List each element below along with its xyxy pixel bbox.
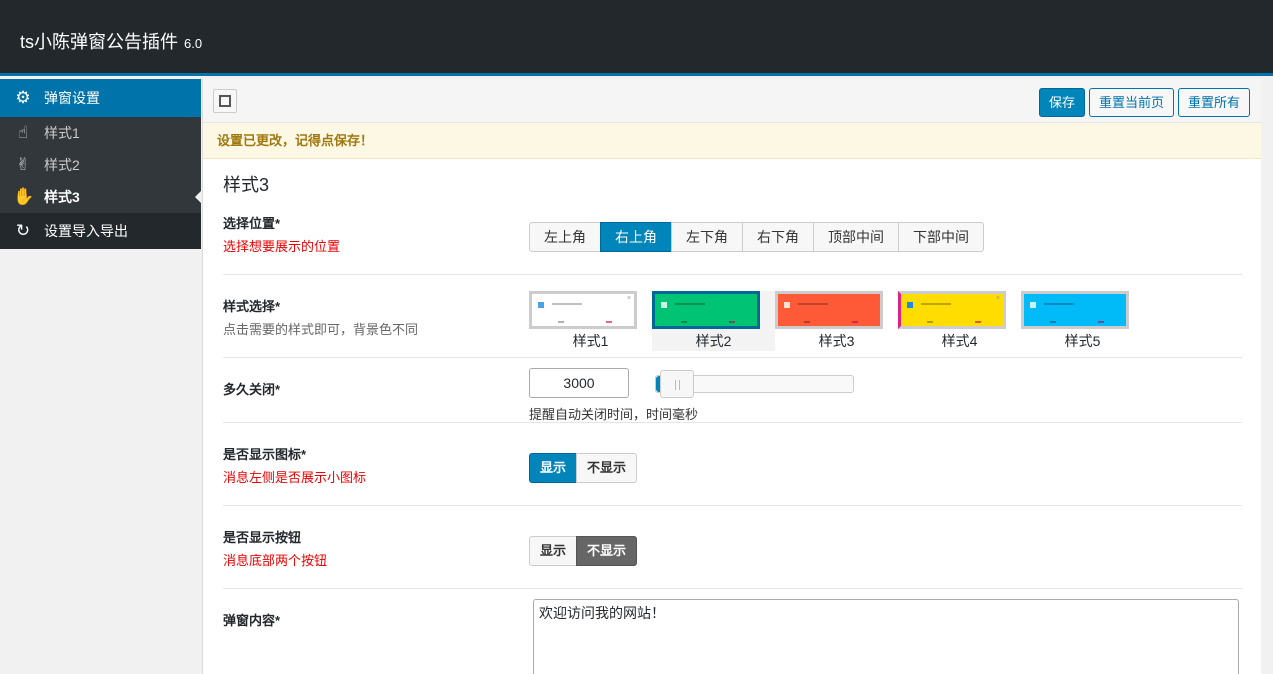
style-row: 样式选择* 点击需要的样式即可，背景色不同 × 样式1 样式2 样式3 × 样式… xyxy=(223,275,1242,358)
close-delay-hint: 提醒自动关闭时间，时间毫秒 xyxy=(529,407,699,422)
sidebar-section-popup-settings[interactable]: ⚙ 弹窗设置 xyxy=(0,79,201,117)
show-icon-label: 是否显示图标* xyxy=(223,447,307,462)
show-icon-row: 是否显示图标* 消息左侧是否展示小图标 显示 不显示 xyxy=(223,423,1242,506)
version-label: 6.0 xyxy=(184,36,203,51)
app-title: ts小陈弹窗公告插件 6.0 xyxy=(20,28,202,54)
hand-pointer-icon: ☝ xyxy=(17,123,29,142)
style-thumb-3[interactable]: 样式3 xyxy=(775,291,898,351)
style-preview-image xyxy=(1021,291,1129,329)
style-thumb-4[interactable]: × 样式4 xyxy=(898,291,1021,351)
sidebar-item-style2[interactable]: ✌ 样式2 xyxy=(0,149,201,181)
style-thumb-2[interactable]: 样式2 xyxy=(652,291,775,351)
show-buttons-option-hide[interactable]: 不显示 xyxy=(576,536,638,566)
show-icon-toggle: 显示 不显示 xyxy=(529,453,638,483)
toolbar: 保存 重置当前页 重置所有 xyxy=(203,79,1261,123)
style-label: 样式选择* xyxy=(223,299,281,314)
sidebar-item-import-export[interactable]: ↻ 设置导入导出 xyxy=(0,213,201,249)
app-title-text: ts小陈弹窗公告插件 xyxy=(20,32,179,52)
expand-toggle-button[interactable] xyxy=(213,89,237,113)
content-textarea[interactable]: 欢迎访问我的网站！ xyxy=(533,599,1239,674)
save-button[interactable]: 保存 xyxy=(1039,88,1086,117)
show-icon-option-hide[interactable]: 不显示 xyxy=(576,453,638,483)
style-preview-image xyxy=(775,291,883,329)
show-buttons-option-show[interactable]: 显示 xyxy=(529,536,578,566)
style-thumbnails: × 样式1 样式2 样式3 × 样式4 样式5 xyxy=(529,291,1144,351)
style-thumb-label: 样式5 xyxy=(1064,333,1101,349)
position-option-bottom-left[interactable]: 左下角 xyxy=(671,222,743,252)
style-thumb-label: 样式4 xyxy=(941,333,978,349)
style-preview-image xyxy=(652,291,760,329)
style-preview-image: × xyxy=(529,291,637,329)
close-delay-slider[interactable] xyxy=(655,370,854,398)
expand-icon xyxy=(219,95,231,107)
show-buttons-desc: 消息底部两个按钮 xyxy=(223,553,328,568)
sidebar-section-label: 弹窗设置 xyxy=(44,90,100,106)
content-label: 弹窗内容* xyxy=(223,613,281,628)
style-thumb-label: 样式2 xyxy=(695,333,732,349)
sidebar-item-label: 样式1 xyxy=(44,125,80,141)
style-preview-image: × xyxy=(898,291,1006,329)
position-row: 选择位置* 选择想要展示的位置 左上角 右上角 左下角 右下角 顶部中间 下部中… xyxy=(223,205,1242,275)
reset-all-button[interactable]: 重置所有 xyxy=(1178,88,1251,117)
sidebar: ⚙ 弹窗设置 ☝ 样式1 ✌ 样式2 ✋ 样式3 ↻ 设置导入导出 xyxy=(0,79,201,674)
position-button-group: 左上角 右上角 左下角 右下角 顶部中间 下部中间 xyxy=(529,222,984,252)
sidebar-item-style1[interactable]: ☝ 样式1 xyxy=(0,117,201,149)
close-delay-input[interactable]: 3000 xyxy=(529,368,629,398)
position-option-top-center[interactable]: 顶部中间 xyxy=(813,222,899,252)
unsaved-notice: 设置已更改，记得点保存！ xyxy=(203,123,1261,159)
show-buttons-row: 是否显示按钮 消息底部两个按钮 显示 不显示 xyxy=(223,506,1242,589)
show-icon-desc: 消息左侧是否展示小图标 xyxy=(223,470,367,485)
main-panel: 保存 重置当前页 重置所有 设置已更改，记得点保存！ 样式3 选择位置* 选择想… xyxy=(202,79,1261,674)
show-buttons-toggle: 显示 不显示 xyxy=(529,536,638,566)
sidebar-item-label: 样式2 xyxy=(44,157,80,173)
reset-page-button[interactable]: 重置当前页 xyxy=(1089,88,1175,117)
sidebar-item-label: 样式3 xyxy=(44,189,80,205)
slider-handle[interactable] xyxy=(660,370,694,398)
style-thumb-label: 样式1 xyxy=(572,333,609,349)
style-thumb-label: 样式3 xyxy=(818,333,855,349)
top-header: ts小陈弹窗公告插件 6.0 xyxy=(0,0,1273,76)
position-desc: 选择想要展示的位置 xyxy=(223,239,341,254)
position-option-top-right[interactable]: 右上角 xyxy=(600,222,672,252)
refresh-icon: ↻ xyxy=(15,221,31,240)
section-title: 样式3 xyxy=(223,175,270,195)
position-option-bottom-center[interactable]: 下部中间 xyxy=(898,222,984,252)
style-thumb-5[interactable]: 样式5 xyxy=(1021,291,1144,351)
show-buttons-label: 是否显示按钮 xyxy=(223,530,302,545)
position-option-bottom-right[interactable]: 右下角 xyxy=(742,222,814,252)
position-option-top-left[interactable]: 左上角 xyxy=(529,222,601,252)
sidebar-item-label: 设置导入导出 xyxy=(44,223,128,239)
style-desc: 点击需要的样式即可，背景色不同 xyxy=(223,322,419,337)
hand-paper-icon: ✋ xyxy=(13,187,35,206)
gear-icon: ⚙ xyxy=(15,88,31,107)
style-thumb-1[interactable]: × 样式1 xyxy=(529,291,652,351)
position-label: 选择位置* xyxy=(223,216,281,231)
show-icon-option-show[interactable]: 显示 xyxy=(529,453,578,483)
hand-peace-icon: ✌ xyxy=(15,155,31,174)
sidebar-item-style3[interactable]: ✋ 样式3 xyxy=(0,181,201,213)
close-delay-label: 多久关闭* xyxy=(223,382,281,397)
close-delay-row: 多久关闭* 3000 提醒自动关闭时间，时间毫秒 xyxy=(223,358,1242,423)
